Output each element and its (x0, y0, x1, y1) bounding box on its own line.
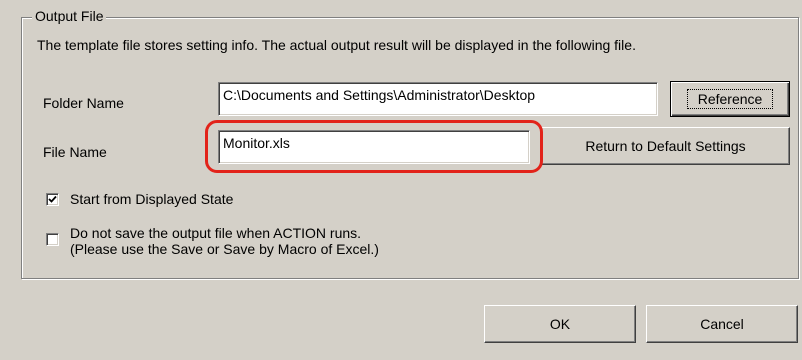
start-from-displayed-label: Start from Displayed State (70, 191, 234, 207)
folder-name-label: Folder Name (43, 95, 124, 111)
cancel-button-label: Cancel (700, 316, 744, 332)
return-to-default-label: Return to Default Settings (585, 138, 746, 154)
start-from-displayed-checkbox[interactable] (46, 193, 59, 206)
output-file-dialog: Output File The template file stores set… (0, 0, 802, 360)
check-icon (48, 195, 57, 203)
ok-button-label: OK (549, 316, 571, 332)
do-not-save-label-line2: (Please use the Save or Save by Macro of… (70, 241, 379, 257)
ok-button[interactable]: OK (484, 305, 636, 343)
cancel-button[interactable]: Cancel (646, 305, 798, 343)
file-name-label: File Name (43, 144, 107, 160)
return-to-default-button[interactable]: Return to Default Settings (541, 127, 790, 165)
description-text: The template file stores setting info. T… (37, 37, 636, 53)
reference-button-label: Reference (686, 89, 774, 109)
group-title: Output File (32, 7, 107, 25)
folder-name-field[interactable]: C:\Documents and Settings\Administrator\… (218, 82, 658, 116)
do-not-save-checkbox[interactable] (46, 233, 59, 246)
reference-button[interactable]: Reference (670, 81, 790, 117)
file-name-field[interactable]: Monitor.xls (218, 130, 530, 164)
